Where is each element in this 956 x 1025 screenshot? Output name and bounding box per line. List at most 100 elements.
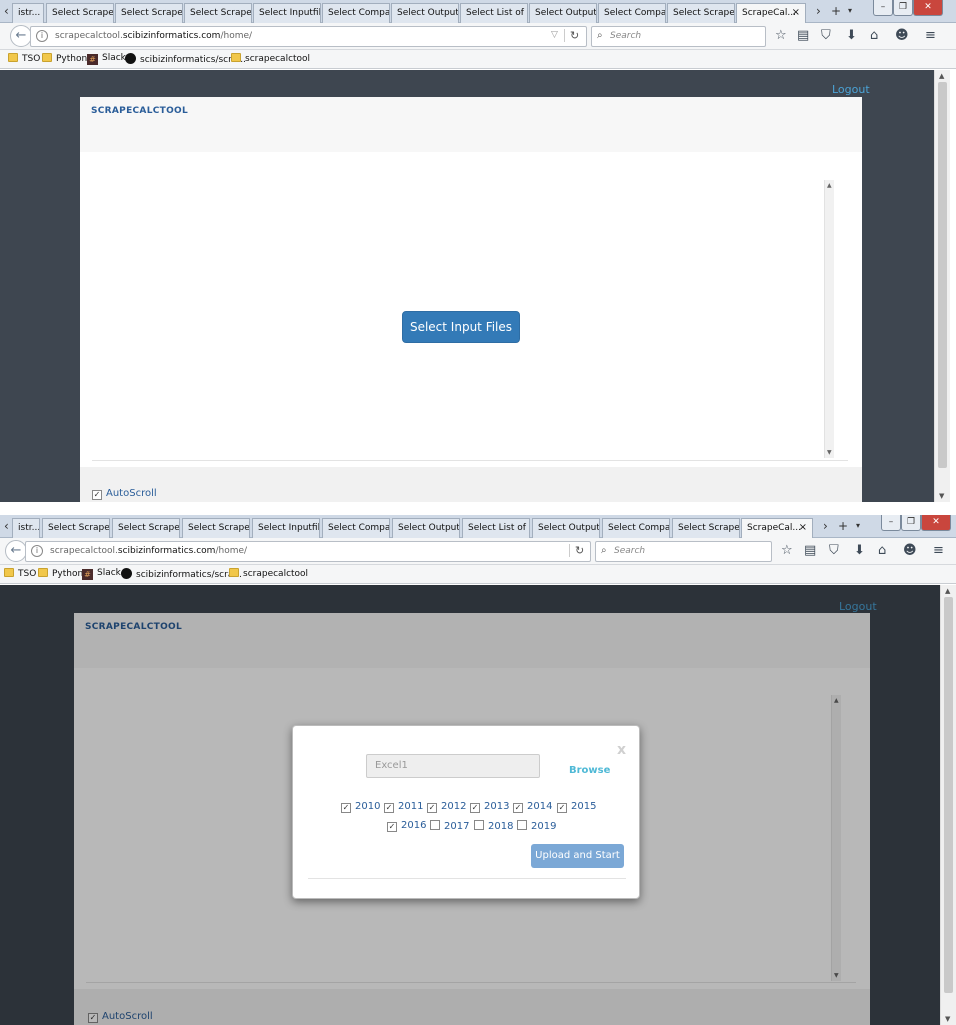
tab[interactable]: istr... [12,3,44,23]
chat-icon[interactable]: ☻ [903,543,917,558]
tab[interactable]: Select Scraper... [672,518,740,538]
tab[interactable]: Select Inputfil... [253,3,321,23]
tab[interactable]: Select Scraper... [182,518,250,538]
tab[interactable]: Select Output... [392,518,460,538]
search-bar[interactable]: ⌕ Search [595,541,772,562]
url-dropdown-icon[interactable]: ▽ [551,30,558,40]
checkbox-checked-icon[interactable]: ✓ [427,803,437,813]
tab[interactable]: Select Output... [391,3,459,23]
new-tab-button[interactable]: + [831,4,841,18]
bookmark-item[interactable]: scrapecalctool [229,568,308,579]
log-scrollbar[interactable]: ▲ ▼ [824,180,834,458]
tab[interactable]: Select Compa... [322,3,390,23]
reading-list-icon[interactable]: ▤ [797,28,809,43]
scroll-up-icon[interactable]: ▲ [945,587,950,595]
tab[interactable]: Select Compa... [598,3,666,23]
checkbox-checked-icon[interactable]: ✓ [384,803,394,813]
tab[interactable]: Select Output... [532,518,600,538]
year-checkbox-2014[interactable]: ✓ 2014 [513,801,552,813]
pocket-icon[interactable]: ⛉ [829,543,839,558]
chat-icon[interactable]: ☻ [895,28,909,43]
url-bar[interactable]: i scrapecalctool.scibizinformatics.com/h… [25,541,591,562]
checkbox-unchecked-icon[interactable] [430,820,440,830]
tab[interactable]: Select List of ... [460,3,528,23]
tab[interactable]: Select Scraper... [42,518,110,538]
year-checkbox-2016[interactable]: ✓ 2016 [387,820,426,832]
logout-link[interactable]: Logout [832,83,870,96]
download-icon[interactable]: ⬇ [854,543,865,558]
restore-icon[interactable]: ❐ [893,0,913,16]
new-tab-button[interactable]: + [838,519,848,533]
info-icon[interactable]: i [36,30,48,42]
tab-list-icon[interactable]: ▾ [856,521,860,530]
year-checkbox-2010[interactable]: ✓ 2010 [341,801,380,813]
checkbox-checked-icon[interactable]: ✓ [341,803,351,813]
pocket-icon[interactable]: ⛉ [821,28,831,43]
restore-icon[interactable]: ❐ [901,515,921,531]
bookmark-item[interactable]: scibizinformatics/scra... [125,53,246,65]
menu-icon[interactable]: ≡ [933,543,944,558]
year-checkbox-2015[interactable]: ✓ 2015 [557,801,596,813]
info-icon[interactable]: i [31,545,43,557]
close-window-icon[interactable]: ✕ [921,515,951,531]
tabs-scroll-right-icon[interactable]: › [816,4,821,18]
bookmark-item[interactable]: Python [38,568,83,579]
bookmark-item[interactable]: TSO [8,53,40,64]
tab-active[interactable]: ScrapeCal... × [736,3,806,24]
bookmark-item[interactable]: # Slack [87,53,126,65]
home-icon[interactable]: ⌂ [878,543,886,558]
tab-active[interactable]: ScrapeCal... × [741,518,813,539]
scroll-up-icon[interactable]: ▲ [939,72,944,80]
close-window-icon[interactable]: ✕ [913,0,943,16]
bookmark-star-icon[interactable]: ☆ [781,543,793,558]
year-checkbox-2019[interactable]: 2019 [517,820,556,832]
reload-icon[interactable]: ↻ [564,29,579,42]
bookmark-star-icon[interactable]: ☆ [775,28,787,43]
checkbox-checked-icon[interactable]: ✓ [513,803,523,813]
close-modal-button[interactable]: x [617,742,626,758]
tab-list-icon[interactable]: ▾ [848,6,852,15]
tab[interactable]: Select Compa... [322,518,390,538]
menu-icon[interactable]: ≡ [925,28,936,43]
back-icon[interactable]: ← [10,25,32,47]
tab[interactable]: Select List of ... [462,518,530,538]
year-checkbox-2013[interactable]: ✓ 2013 [470,801,509,813]
checkbox-checked-icon[interactable]: ✓ [92,490,102,500]
scroll-down-icon[interactable]: ▼ [827,449,832,456]
checkbox-checked-icon[interactable]: ✓ [470,803,480,813]
select-input-files-button[interactable]: Select Input Files [402,311,520,343]
scroll-thumb[interactable] [938,82,947,468]
url-bar[interactable]: i scrapecalctool.scibizinformatics.com/h… [30,26,587,47]
tabs-scroll-right-icon[interactable]: › [823,519,828,533]
home-icon[interactable]: ⌂ [870,28,878,43]
minimize-icon[interactable]: – [873,0,893,16]
download-icon[interactable]: ⬇ [846,28,857,43]
tab[interactable]: Select Scraper... [184,3,252,23]
checkbox-checked-icon[interactable]: ✓ [557,803,567,813]
close-tab-icon[interactable]: × [792,4,800,22]
bookmark-item[interactable]: TSO [4,568,36,579]
reload-icon[interactable]: ↻ [569,544,584,557]
checkbox-unchecked-icon[interactable] [517,820,527,830]
year-checkbox-2018[interactable]: 2018 [474,820,513,832]
scroll-down-icon[interactable]: ▼ [939,492,944,500]
year-checkbox-2012[interactable]: ✓ 2012 [427,801,466,813]
bookmark-item[interactable]: # Slack [82,568,121,580]
scroll-down-icon[interactable]: ▼ [945,1015,950,1023]
page-scrollbar[interactable]: ▲ ▼ [940,585,956,1025]
bookmark-item[interactable]: scibizinformatics/scra... [121,568,242,580]
checkbox-unchecked-icon[interactable] [474,820,484,830]
tab[interactable]: Select Scraper... [115,3,183,23]
scroll-thumb[interactable] [944,597,953,993]
bookmark-item[interactable]: scrapecalctool [231,53,310,64]
tabs-scroll-left-icon[interactable]: ‹ [4,4,9,18]
tab[interactable]: Select Scraper... [667,3,735,23]
reading-list-icon[interactable]: ▤ [804,543,816,558]
tab[interactable]: istr... [12,518,40,538]
bookmark-item[interactable]: Python [42,53,87,64]
tab[interactable]: Select Scraper... [46,3,114,23]
tab[interactable]: Select Output... [529,3,597,23]
search-bar[interactable]: ⌕ Search [591,26,766,47]
tab[interactable]: Select Compa... [602,518,670,538]
scroll-up-icon[interactable]: ▲ [827,182,832,189]
